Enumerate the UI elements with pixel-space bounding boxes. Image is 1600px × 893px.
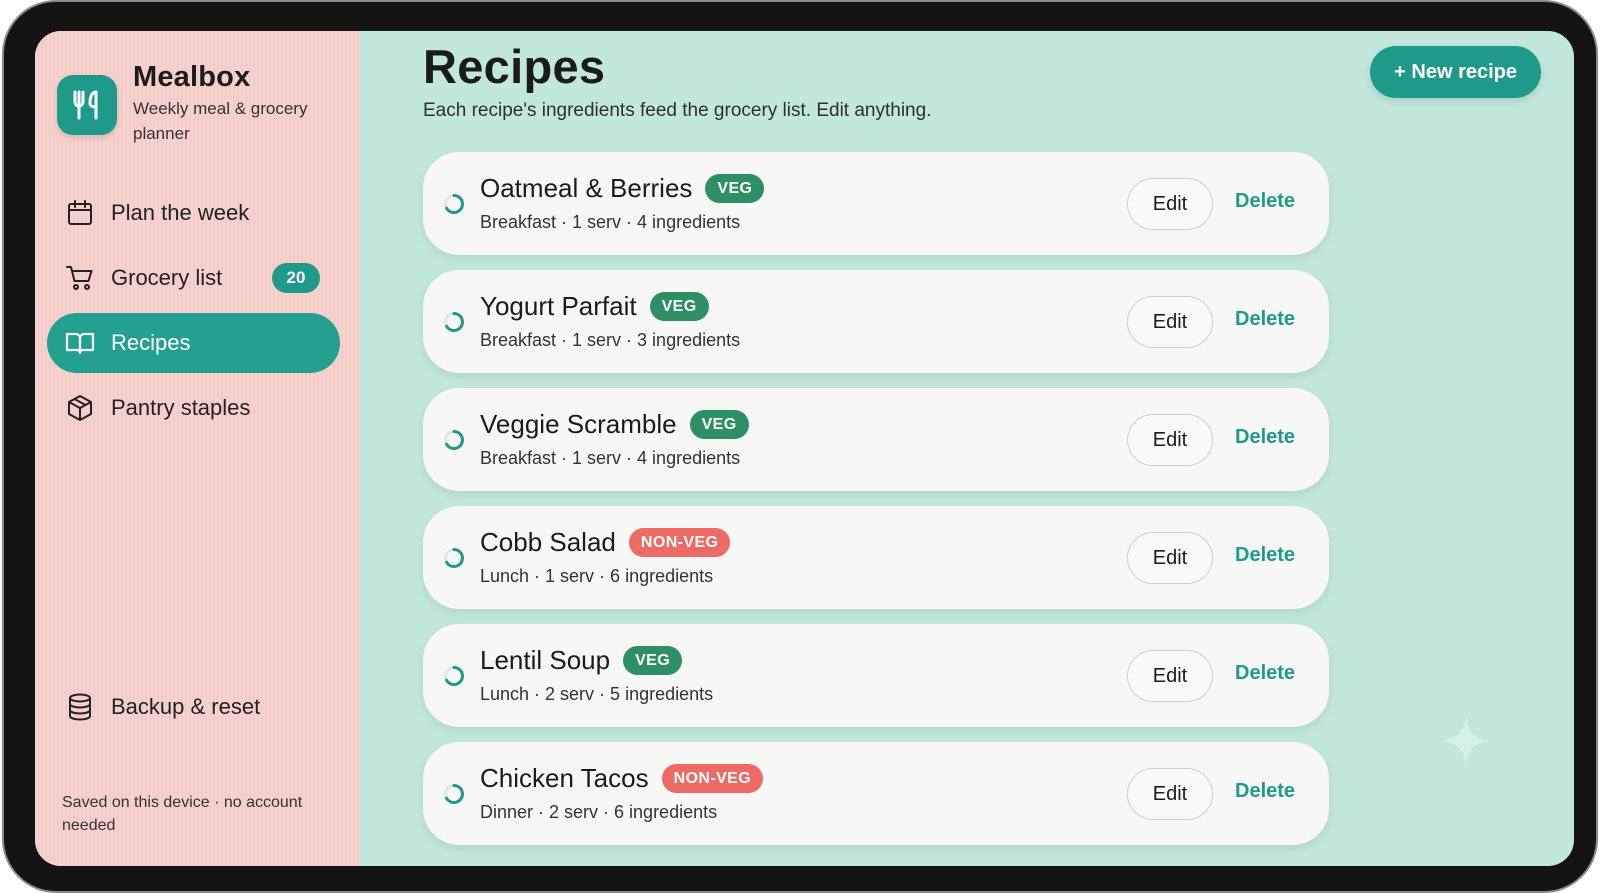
edit-button[interactable]: Edit (1127, 414, 1213, 466)
delete-button[interactable]: Delete (1235, 544, 1295, 567)
sidebar-nav: Plan the week Grocery list 20 Recipes Pa… (47, 183, 340, 443)
calendar-icon (65, 198, 95, 228)
recipe-name: Lentil Soup (480, 645, 611, 675)
sidebar-item-label: Backup & reset (111, 694, 261, 719)
recipe-title-row: Yogurt Parfait VEG (480, 291, 709, 322)
recipe-card: Lentil Soup VEG Lunch · 2 serv · 5 ingre… (423, 624, 1329, 727)
storage-footnote: Saved on this device · no account needed (62, 794, 303, 834)
diet-tag: VEG (649, 292, 709, 321)
delete-button[interactable]: Delete (1235, 308, 1295, 331)
edit-button[interactable]: Edit (1127, 296, 1213, 348)
sidebar-item-recipes[interactable]: Recipes (47, 313, 340, 373)
sidebar-item-backup-reset[interactable]: Backup & reset (47, 677, 340, 737)
recipe-card: Yogurt Parfait VEG Breakfast · 1 serv · … (423, 270, 1329, 373)
loading-spinner-icon (444, 194, 464, 214)
loading-spinner-icon (444, 312, 464, 332)
recipe-card: Veggie Scramble VEG Breakfast · 1 serv ·… (423, 388, 1329, 491)
recipe-title-row: Lentil Soup VEG (480, 645, 683, 676)
app-name: Mealbox (133, 61, 251, 93)
recipe-name: Oatmeal & Berries (480, 173, 693, 203)
sidebar-item-pantry-staples[interactable]: Pantry staples (47, 378, 340, 438)
backup-section: Backup & reset (47, 677, 340, 742)
recipe-name: Veggie Scramble (480, 409, 677, 439)
grocery-count-badge: 20 (272, 263, 320, 293)
recipe-meta: Lunch · 2 serv · 5 ingredients (480, 684, 714, 704)
tablet-frame: Mealbox Weekly meal & grocery planner Pl… (2, 0, 1598, 893)
app-tagline: Weekly meal & grocery planner (133, 99, 308, 143)
sidebar-item-label: Plan the week (111, 200, 250, 225)
sidebar-item-label: Grocery list (111, 265, 223, 290)
sidebar-item-label: Pantry staples (111, 395, 251, 420)
recipe-name: Yogurt Parfait (480, 291, 637, 321)
recipe-title-row: Cobb Salad NON-VEG (480, 527, 731, 558)
brand: Mealbox Weekly meal & grocery planner (57, 59, 338, 146)
recipe-card: Oatmeal & Berries VEG Breakfast · 1 serv… (423, 152, 1329, 255)
new-recipe-button[interactable]: + New recipe (1370, 46, 1541, 98)
app-screen: Mealbox Weekly meal & grocery planner Pl… (35, 31, 1574, 866)
sidebar-item-label: Recipes (111, 330, 191, 355)
page-subtitle: Each recipe's ingredients feed the groce… (423, 100, 932, 121)
recipe-title-row: Veggie Scramble VEG (480, 409, 749, 440)
recipe-meta: Breakfast · 1 serv · 4 ingredients (480, 212, 741, 232)
cart-icon (65, 263, 95, 293)
sidebar: Mealbox Weekly meal & grocery planner Pl… (35, 31, 360, 866)
recipe-meta: Lunch · 1 serv · 6 ingredients (480, 566, 714, 586)
loading-spinner-icon (444, 430, 464, 450)
diet-tag: NON-VEG (628, 528, 731, 557)
recipe-card: Chicken Tacos NON-VEG Dinner · 2 serv · … (423, 742, 1329, 845)
edit-button[interactable]: Edit (1127, 178, 1213, 230)
diet-tag: VEG (689, 410, 749, 439)
recipe-meta: Breakfast · 1 serv · 4 ingredients (480, 448, 741, 468)
recipe-list: Oatmeal & Berries VEG Breakfast · 1 serv… (423, 152, 1329, 860)
recipe-title-row: Oatmeal & Berries VEG (480, 173, 765, 204)
sparkle-icon (1440, 715, 1492, 767)
loading-spinner-icon (444, 784, 464, 804)
edit-button[interactable]: Edit (1127, 650, 1213, 702)
delete-button[interactable]: Delete (1235, 426, 1295, 449)
diet-tag: VEG (705, 174, 765, 203)
diet-tag: VEG (623, 646, 683, 675)
book-icon (65, 328, 95, 358)
recipe-name: Chicken Tacos (480, 763, 649, 793)
recipe-title-row: Chicken Tacos NON-VEG (480, 763, 764, 794)
fork-knife-icon (57, 75, 117, 135)
page-title: Recipes (423, 40, 606, 93)
loading-spinner-icon (444, 548, 464, 568)
recipe-meta: Breakfast · 1 serv · 3 ingredients (480, 330, 741, 350)
database-icon (65, 692, 95, 722)
edit-button[interactable]: Edit (1127, 532, 1213, 584)
delete-button[interactable]: Delete (1235, 662, 1295, 685)
diet-tag: NON-VEG (661, 764, 764, 793)
box-icon (65, 393, 95, 423)
delete-button[interactable]: Delete (1235, 780, 1295, 803)
loading-spinner-icon (444, 666, 464, 686)
recipe-card: Cobb Salad NON-VEG Lunch · 1 serv · 6 in… (423, 506, 1329, 609)
recipe-name: Cobb Salad (480, 527, 616, 557)
main-content: Recipes Each recipe's ingredients feed t… (360, 31, 1574, 866)
delete-button[interactable]: Delete (1235, 190, 1295, 213)
recipe-meta: Dinner · 2 serv · 6 ingredients (480, 802, 718, 822)
sidebar-item-grocery-list[interactable]: Grocery list 20 (47, 248, 340, 308)
edit-button[interactable]: Edit (1127, 768, 1213, 820)
sidebar-item-plan-the-week[interactable]: Plan the week (47, 183, 340, 243)
